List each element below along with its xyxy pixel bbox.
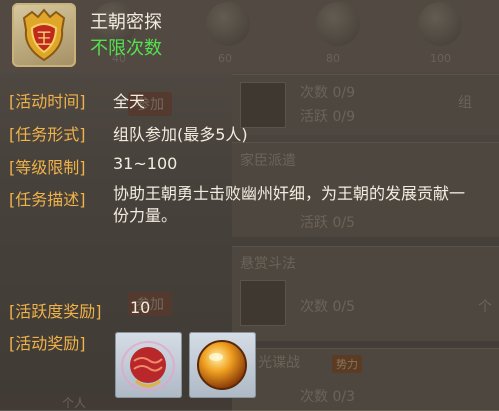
golden-orb-icon: [197, 340, 247, 390]
level-label: [等级限制]: [9, 158, 86, 177]
red-orb-icon: [121, 341, 175, 391]
activity-reward-value: 10: [130, 298, 151, 317]
description-label: [任务描述]: [9, 190, 86, 209]
reward-item[interactable]: [189, 332, 256, 398]
activity-tooltip: 王 王朝密探 不限次数 [活动时间] 全天 [任务形式] 组队参加(最多5人) …: [0, 0, 499, 410]
description-text: 协助王朝勇士击败幽州奸细，为王朝的发展贡献一份力量。: [113, 184, 466, 225]
reward-item[interactable]: [115, 332, 182, 398]
time-label: [活动时间]: [9, 92, 86, 111]
level-value: 31~100: [113, 154, 178, 173]
frequency-label: 不限次数: [90, 38, 162, 59]
dynasty-badge-icon: 王: [12, 3, 76, 67]
svg-text:王: 王: [36, 29, 52, 48]
time-value: 全天: [113, 92, 146, 111]
activity-title: 王朝密探: [90, 12, 162, 33]
activity-reward-label: [活跃度奖励]: [9, 302, 102, 321]
form-value: 组队参加(最多5人): [113, 125, 248, 144]
form-label: [任务形式]: [9, 125, 86, 144]
rewards-label: [活动奖励]: [9, 334, 86, 353]
